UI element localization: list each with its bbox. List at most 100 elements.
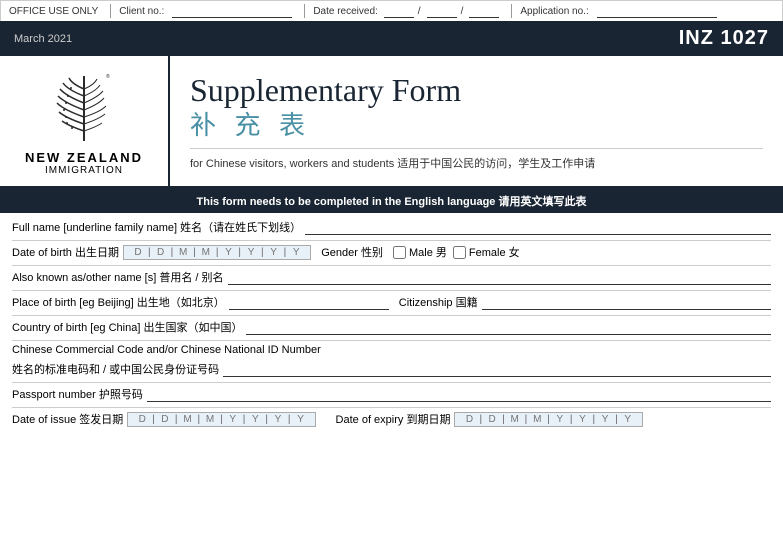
app-field[interactable]	[597, 4, 717, 18]
logo-section: ® NEW ZEALAND IMMIGRATION	[0, 56, 170, 186]
dob-year1[interactable]	[218, 247, 238, 258]
issue-date-group: | | | | | | |	[127, 412, 315, 427]
divider-row7	[12, 407, 771, 408]
dob-year3[interactable]	[264, 247, 284, 258]
dob-year2[interactable]	[241, 247, 261, 258]
issue-year4[interactable]	[291, 414, 311, 425]
passport-input[interactable]	[147, 387, 771, 402]
full-name-label: Full name [underline family name] 姓名（请在姓…	[12, 219, 301, 235]
nz-label: NEW ZEALAND	[25, 150, 143, 165]
date-sep1: /	[418, 6, 421, 17]
issue-year2[interactable]	[245, 414, 265, 425]
divider-1	[110, 4, 111, 18]
expiry-year2[interactable]	[573, 414, 593, 425]
subtitle: for Chinese visitors, workers and studen…	[190, 148, 763, 171]
issue-day2[interactable]	[155, 414, 175, 425]
passport-label: Passport number 护照号码	[12, 386, 143, 402]
issue-day[interactable]	[132, 414, 152, 425]
app-label: Application no.:	[520, 6, 588, 17]
divider-row2	[12, 265, 771, 266]
female-label: Female 女	[469, 244, 520, 260]
expiry-year4[interactable]	[618, 414, 638, 425]
dob-day2[interactable]	[151, 247, 171, 258]
expiry-date-group: | | | | | | |	[454, 412, 642, 427]
also-known-label: Also known as/other name [s] 普用名 / 别名	[12, 269, 224, 285]
nz-fern-logo: ®	[44, 66, 124, 146]
male-option: Male 男	[393, 244, 447, 260]
date-day-field[interactable]	[384, 4, 414, 18]
header-bar: March 2021 INZ 1027	[0, 21, 783, 56]
chinese-code-input[interactable]	[223, 362, 771, 377]
issue-year1[interactable]	[223, 414, 243, 425]
place-birth-label: Place of birth [eg Beijing] 出生地（如北京）	[12, 294, 225, 310]
dob-year4[interactable]	[286, 247, 306, 258]
dates-row: Date of issue 签发日期 | | | | | | | Date of…	[12, 411, 771, 427]
title-chinese: 补 充 表	[190, 105, 763, 142]
title-english: Supplementary Form	[190, 72, 763, 109]
notice-bar: This form needs to be completed in the E…	[0, 189, 783, 213]
client-field[interactable]	[172, 4, 292, 18]
dob-gender-row: Date of birth 出生日期 | | | | | | | Gender …	[12, 244, 771, 260]
form-body: Full name [underline family name] 姓名（请在姓…	[0, 213, 783, 438]
female-option: Female 女	[453, 244, 520, 260]
chinese-code-label1: Chinese Commercial Code and/or Chinese N…	[12, 344, 321, 356]
also-known-row: Also known as/other name [s] 普用名 / 别名	[12, 269, 771, 285]
office-use-label: OFFICE USE ONLY	[9, 6, 98, 17]
dob-day[interactable]	[128, 247, 148, 258]
office-use-bar: OFFICE USE ONLY Client no.: Date receive…	[0, 0, 783, 21]
gender-label: Gender 性别	[321, 244, 383, 260]
birth-citizenship-row: Place of birth [eg Beijing] 出生地（如北京） Cit…	[12, 294, 771, 310]
citizenship-input[interactable]	[482, 295, 771, 310]
date-year-field[interactable]	[469, 4, 499, 18]
date-sep2: /	[461, 6, 464, 17]
imm-label: IMMIGRATION	[45, 165, 123, 176]
dob-month[interactable]	[173, 247, 193, 258]
issue-month2[interactable]	[200, 414, 220, 425]
dob-label: Date of birth 出生日期	[12, 244, 119, 260]
dob-month2[interactable]	[196, 247, 216, 258]
also-known-input[interactable]	[228, 270, 771, 285]
subtitle-en: for Chinese visitors, workers and studen…	[190, 158, 394, 170]
dob-input-group: | | | | | | |	[123, 245, 311, 260]
expiry-day2[interactable]	[482, 414, 502, 425]
form-number: INZ 1027	[679, 27, 769, 50]
date-expiry-label: Date of expiry 到期日期	[336, 411, 451, 427]
expiry-year1[interactable]	[550, 414, 570, 425]
divider-row6	[12, 382, 771, 383]
date-received-label: Date received:	[313, 6, 377, 17]
expiry-month2[interactable]	[527, 414, 547, 425]
chinese-code-row1: Chinese Commercial Code and/or Chinese N…	[12, 344, 771, 356]
issue-year3[interactable]	[268, 414, 288, 425]
gender-group: Gender 性别 Male 男 Female 女	[321, 244, 519, 260]
country-birth-label: Country of birth [eg China] 出生国家（如中国）	[12, 319, 242, 335]
logo-title-section: ® NEW ZEALAND IMMIGRATION Supplementary …	[0, 56, 783, 189]
title-section: Supplementary Form 补 充 表 for Chinese vis…	[170, 56, 783, 186]
form-date: March 2021	[14, 33, 72, 45]
divider-3	[511, 4, 512, 18]
date-month-field[interactable]	[427, 4, 457, 18]
full-name-row: Full name [underline family name] 姓名（请在姓…	[12, 219, 771, 235]
country-birth-row: Country of birth [eg China] 出生国家（如中国）	[12, 319, 771, 335]
chinese-code-row2: 姓名的标准电码和 / 或中国公民身份证号码	[12, 361, 771, 377]
expiry-month[interactable]	[505, 414, 525, 425]
expiry-year3[interactable]	[595, 414, 615, 425]
expiry-day[interactable]	[459, 414, 479, 425]
passport-row: Passport number 护照号码	[12, 386, 771, 402]
divider-row4	[12, 315, 771, 316]
divider-row5	[12, 340, 771, 341]
svg-text:®: ®	[106, 73, 110, 80]
country-birth-input[interactable]	[246, 320, 771, 335]
chinese-code-label2: 姓名的标准电码和 / 或中国公民身份证号码	[12, 361, 219, 377]
male-label: Male 男	[409, 244, 447, 260]
full-name-input[interactable]	[305, 220, 771, 235]
date-issue-label: Date of issue 签发日期	[12, 411, 123, 427]
divider-2	[304, 4, 305, 18]
client-label: Client no.:	[119, 6, 164, 17]
male-checkbox[interactable]	[393, 246, 406, 259]
notice-text: This form needs to be completed in the E…	[197, 196, 587, 208]
female-checkbox[interactable]	[453, 246, 466, 259]
divider-row3	[12, 290, 771, 291]
place-birth-input[interactable]	[229, 295, 389, 310]
issue-month[interactable]	[177, 414, 197, 425]
divider-row1	[12, 240, 771, 241]
